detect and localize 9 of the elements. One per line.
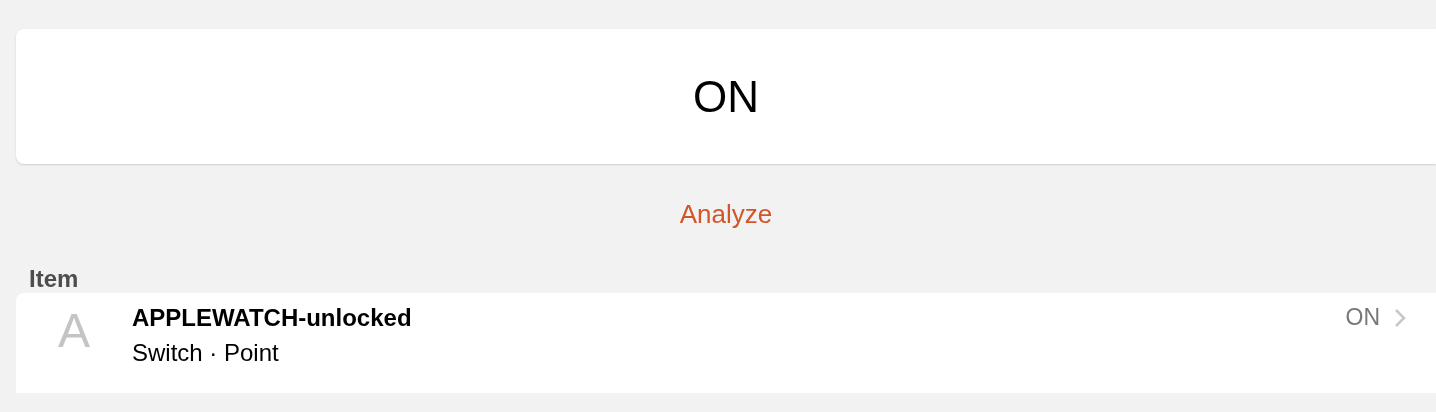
chevron-icon xyxy=(1394,307,1406,328)
item-state: ON xyxy=(1345,306,1380,329)
analyze-link[interactable]: Analyze xyxy=(679,201,773,227)
item-row[interactable]: A APPLEWATCH-unlocked Switch · Point ON xyxy=(16,293,1436,393)
item-letter-icon: A xyxy=(16,306,132,355)
state-value: ON xyxy=(693,74,759,119)
section-header: Item xyxy=(29,267,79,291)
item-subtitle: Switch · Point xyxy=(132,338,280,368)
item-title: APPLEWATCH-unlocked xyxy=(132,306,412,330)
